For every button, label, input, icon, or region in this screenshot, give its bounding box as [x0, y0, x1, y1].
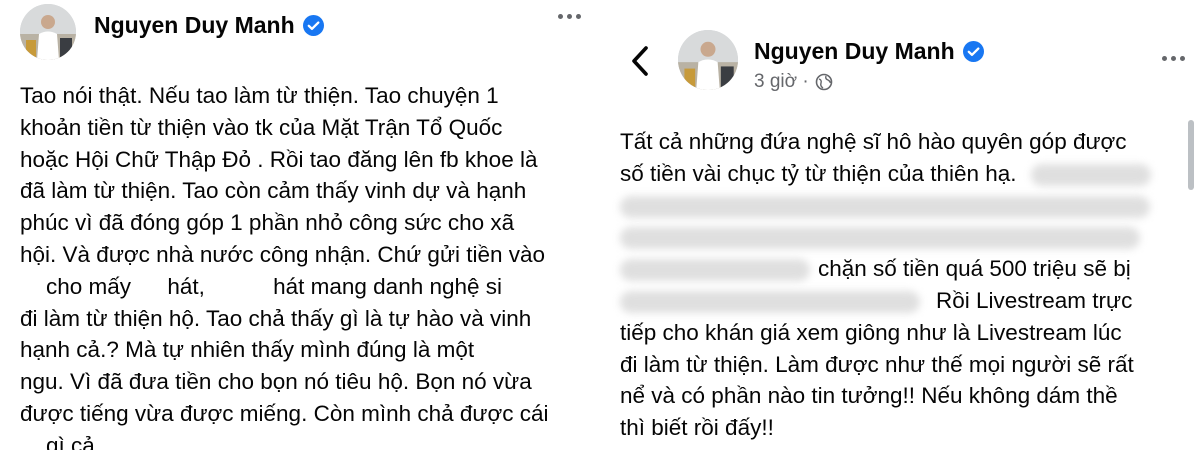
verified-badge-icon — [962, 41, 984, 62]
author-name[interactable]: Nguyen Duy Manh — [94, 12, 324, 39]
post-line: được tiếng vừa được miếng. Còn mình chả … — [20, 400, 549, 426]
post-line — [620, 190, 1180, 222]
blurred-text — [620, 195, 1150, 218]
post-line: tiếp cho khán giá xem giông như là Lives… — [620, 319, 1122, 345]
post-line: hoặc Hội Chữ Thập Đỏ . Rồi tao đăng lên … — [20, 146, 538, 172]
author-name-label: Nguyen Duy Manh — [94, 12, 295, 38]
post-line: ngu. Vì đã đưa tiền cho bọn nó tiêu hộ. … — [20, 369, 532, 395]
author-avatar[interactable] — [20, 4, 76, 60]
blurred-text — [620, 259, 810, 282]
post-line: đã làm từ thiện. Tao còn cảm thấy vinh d… — [20, 178, 527, 204]
avatar-photo-icon — [678, 30, 738, 90]
post-line: gì cả — [46, 432, 95, 450]
post-line: Tất cả những đứa nghệ sĩ hô hào quyên gó… — [620, 129, 1127, 154]
left-post-panel: Nguyen Duy Manh Tao nói thật. Nếu tao là… — [0, 0, 600, 450]
author-name-label: Nguyen Duy Manh — [754, 38, 955, 64]
more-options-icon[interactable] — [554, 6, 584, 26]
verified-badge-icon — [302, 15, 324, 36]
post-body: Tao nói thật. Nếu tao làm từ thiện. Tao … — [20, 80, 590, 450]
post-line: chặn số tiền quá 500 triệu sẽ bị — [620, 253, 1180, 285]
post-line: khoản tiền từ thiện vào tk của Mặt Trận … — [20, 114, 503, 140]
globe-icon — [815, 73, 833, 91]
panel-divider — [600, 0, 608, 450]
post-line — [620, 221, 1180, 253]
avatar-photo-icon — [20, 4, 76, 60]
scrollbar[interactable] — [1188, 120, 1194, 190]
post-line: đi làm từ thiện. Làm được như thế mọi ng… — [620, 351, 1134, 377]
more-options-icon[interactable] — [1158, 48, 1188, 68]
post-line: nể và có phần nào tin tưởng!! Nếu không … — [620, 383, 1118, 409]
author-avatar[interactable] — [678, 30, 738, 90]
post-line: hội. Và được nhà nước công nhận. Chứ gửi… — [20, 241, 546, 267]
right-post-panel: Nguyen Duy Manh 3 giờ · Tất cả những đứa… — [608, 0, 1200, 450]
post-meta: 3 giờ · — [754, 71, 833, 93]
post-line: Rồi Livestream trực — [620, 285, 1180, 317]
post-line: đi làm từ thiện hộ. Tao chả thấy gì là t… — [20, 305, 532, 331]
back-arrow-icon[interactable] — [628, 44, 652, 78]
blurred-text — [620, 291, 920, 314]
post-line: Tao nói thật. Nếu tao làm từ thiện. Tao … — [20, 83, 499, 108]
post-time[interactable]: 3 giờ · — [754, 71, 809, 93]
post-line: số tiền vài chục tỷ từ thiện của thiên h… — [620, 158, 1180, 190]
post-line: thì biết rồi đấy!! — [620, 415, 774, 441]
post-line: cho mấy hát, hát mang danh nghệ si — [46, 273, 503, 299]
post-body: Tất cả những đứa nghệ sĩ hô hào quyên gó… — [620, 126, 1180, 444]
post-line: phúc vì đã đóng góp 1 phần nhỏ công sức … — [20, 210, 515, 236]
blurred-text — [620, 227, 1140, 250]
blurred-text — [1030, 163, 1151, 186]
post-line: hạnh cả.? Mà tự nhiên thấy mình đúng là … — [20, 337, 475, 363]
author-name[interactable]: Nguyen Duy Manh — [754, 38, 984, 65]
